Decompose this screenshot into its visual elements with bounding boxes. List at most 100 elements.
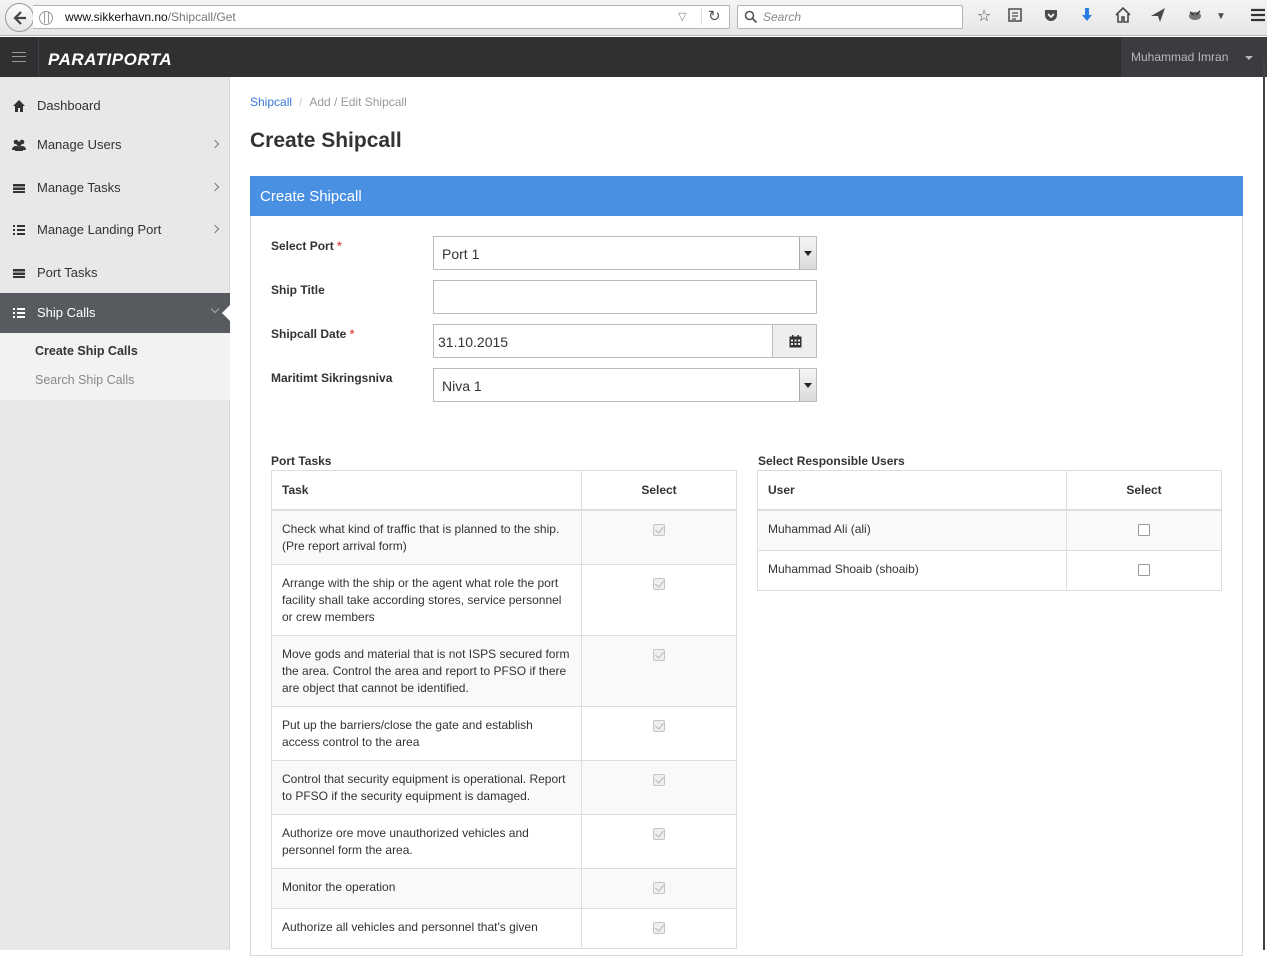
col-select: Select xyxy=(1066,470,1222,511)
table-row: Check what kind of traffic that is plann… xyxy=(271,509,737,565)
task-checkbox[interactable] xyxy=(653,719,665,732)
table-row: Control that security equipment is opera… xyxy=(271,759,737,815)
overflow-dropdown-icon[interactable]: ▼ xyxy=(1211,7,1231,27)
dropdown-arrow-icon[interactable] xyxy=(799,369,816,401)
task-checkbox[interactable] xyxy=(653,648,665,661)
browser-toolbar: www.sikkerhavn.no/Shipcall/Get ▽ ↻ Searc… xyxy=(0,0,1267,36)
task-select-cell xyxy=(581,867,737,909)
task-checkbox[interactable] xyxy=(653,881,665,894)
chevron-right-icon xyxy=(210,182,220,192)
task-text: Monitor the operation xyxy=(271,867,582,909)
table-row: Authorize ore move unauthorized vehicles… xyxy=(271,813,737,869)
url-dropdown-icon[interactable]: ▽ xyxy=(678,10,686,23)
task-text: Move gods and material that is not ISPS … xyxy=(271,634,582,707)
chevron-right-icon xyxy=(210,224,220,234)
panel-header: Create Shipcall xyxy=(250,176,1243,216)
app-header: PARATIPORTA Muhammad Imran xyxy=(0,37,1267,77)
shipcall-date-input[interactable]: 31.10.2015 xyxy=(433,324,773,358)
responsible-users-title: Select Responsible Users xyxy=(758,454,905,468)
col-select: Select xyxy=(581,470,737,511)
task-checkbox[interactable] xyxy=(653,827,665,840)
task-checkbox[interactable] xyxy=(653,523,665,536)
sidebar-toggle-icon[interactable] xyxy=(12,52,26,62)
calendar-button[interactable] xyxy=(772,324,817,358)
task-checkbox[interactable] xyxy=(653,773,665,786)
reading-list-icon[interactable] xyxy=(1005,7,1025,27)
sidebar-subnav: Create Ship Calls Search Ship Calls xyxy=(0,333,230,400)
brand-logo[interactable]: PARATIPORTA xyxy=(48,50,172,70)
sidebar-item-port-tasks[interactable]: Port Tasks xyxy=(0,253,230,293)
security-level-label: Maritimt Sikringsniva xyxy=(271,371,393,385)
table-row: Move gods and material that is not ISPS … xyxy=(271,634,737,707)
download-icon[interactable] xyxy=(1077,7,1097,27)
port-select[interactable]: Port 1 xyxy=(433,236,817,270)
breadcrumb: Shipcall / Add / Edit Shipcall xyxy=(250,95,407,109)
subnav-create-ship-calls[interactable]: Create Ship Calls xyxy=(35,344,138,358)
task-select-cell xyxy=(581,563,737,636)
list-icon xyxy=(13,308,25,318)
task-select-cell xyxy=(581,759,737,815)
sidebar-item-label: Port Tasks xyxy=(37,265,98,280)
header-divider xyxy=(38,37,39,77)
user-checkbox[interactable] xyxy=(1138,563,1150,576)
ship-title-input[interactable] xyxy=(433,280,817,314)
sidebar-item-manage-landing-port[interactable]: Manage Landing Port xyxy=(0,210,230,250)
sidebar-item-label: Manage Landing Port xyxy=(37,222,162,237)
bookmark-star-icon[interactable]: ☆ xyxy=(974,7,994,27)
table-row: Authorize all vehicles and personnel tha… xyxy=(271,907,737,949)
task-text: Authorize all vehicles and personnel tha… xyxy=(271,907,582,949)
user-name: Muhammad Imran xyxy=(1131,50,1229,64)
globe-icon xyxy=(39,11,53,25)
address-bar[interactable]: www.sikkerhavn.no/Shipcall/Get ▽ ↻ xyxy=(33,5,730,29)
task-select-cell xyxy=(581,509,737,565)
home-browser-icon[interactable] xyxy=(1113,6,1133,27)
home-icon xyxy=(13,100,25,112)
col-task: Task xyxy=(271,470,582,511)
browser-search-input[interactable]: Search xyxy=(737,5,963,29)
table-row: Muhammad Ali (ali) xyxy=(757,509,1222,551)
task-text: Authorize ore move unauthorized vehicles… xyxy=(271,813,582,869)
shipcall-date-value: 31.10.2015 xyxy=(438,334,509,350)
table-row: Monitor the operation xyxy=(271,867,737,909)
sidebar-item-label: Ship Calls xyxy=(37,305,96,320)
back-arrow-icon xyxy=(13,11,26,25)
task-select-cell xyxy=(581,813,737,869)
task-select-cell xyxy=(581,705,737,761)
task-checkbox[interactable] xyxy=(653,577,665,590)
list-icon xyxy=(13,225,25,235)
user-text: Muhammad Shoaib (shoaib) xyxy=(757,549,1067,591)
send-icon[interactable] xyxy=(1148,7,1168,27)
shipcall-date-label: Shipcall Date * xyxy=(271,327,355,341)
breadcrumb-link-shipcall[interactable]: Shipcall xyxy=(250,95,292,109)
sidebar-item-label: Manage Users xyxy=(37,137,122,152)
page-scrollbar[interactable] xyxy=(1263,58,1265,950)
calendar-icon xyxy=(789,335,802,348)
caret-down-icon xyxy=(1245,56,1253,60)
sidebar-item-label: Manage Tasks xyxy=(37,180,121,195)
browser-menu-icon[interactable] xyxy=(1248,7,1267,27)
security-level-select[interactable]: Niva 1 xyxy=(433,368,817,402)
port-tasks-table: Task Select Check what kind of traffic t… xyxy=(271,470,737,949)
sidebar-item-manage-users[interactable]: Manage Users xyxy=(0,125,230,165)
subnav-search-ship-calls[interactable]: Search Ship Calls xyxy=(35,373,134,387)
task-text: Put up the barriers/close the gate and e… xyxy=(271,705,582,761)
dropdown-arrow-icon[interactable] xyxy=(799,237,816,269)
user-select-cell xyxy=(1066,509,1222,551)
responsible-users-table: User Select Muhammad Ali (ali) Muhammad S… xyxy=(757,470,1222,591)
users-icon xyxy=(12,139,26,151)
extension-icon[interactable] xyxy=(1185,7,1205,27)
sidebar-item-dashboard[interactable]: Dashboard xyxy=(0,86,230,126)
breadcrumb-current: Add / Edit Shipcall xyxy=(309,95,407,109)
sidebar-item-manage-tasks[interactable]: Manage Tasks xyxy=(0,168,230,208)
task-checkbox[interactable] xyxy=(653,921,665,934)
task-text: Arrange with the ship or the agent what … xyxy=(271,563,582,636)
reload-icon[interactable]: ↻ xyxy=(708,7,721,25)
pocket-icon[interactable] xyxy=(1041,7,1061,27)
user-menu[interactable]: Muhammad Imran xyxy=(1121,37,1267,77)
back-button[interactable] xyxy=(5,3,34,32)
sidebar-item-ship-calls[interactable]: Ship Calls xyxy=(0,293,230,333)
port-select-value: Port 1 xyxy=(442,246,480,262)
chevron-right-icon xyxy=(210,139,220,149)
user-checkbox[interactable] xyxy=(1138,523,1150,536)
panel-title: Create Shipcall xyxy=(260,188,362,205)
